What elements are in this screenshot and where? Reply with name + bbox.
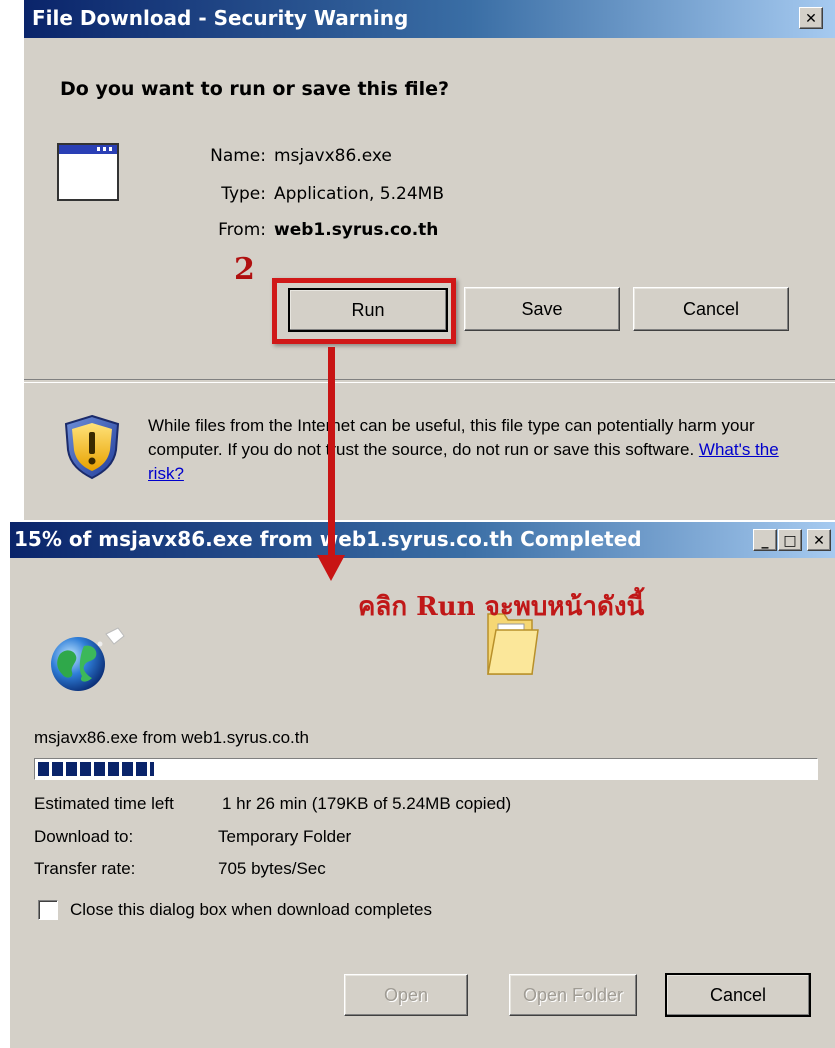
minimize-icon[interactable]: _ [753, 529, 777, 551]
security-shield-icon [62, 414, 122, 484]
globe-icon [48, 626, 128, 700]
question-heading: Do you want to run or save this file? [60, 78, 450, 100]
maximize-icon[interactable]: □ [778, 529, 802, 551]
download-to-value: Temporary Folder [218, 827, 352, 846]
file-source-value: web1.syrus.co.th [274, 220, 439, 240]
file-name-label: Name: [210, 146, 266, 166]
transfer-rate-value: 705 bytes/Sec [218, 859, 326, 878]
download-progress-bar [34, 758, 818, 780]
close-icon[interactable]: ✕ [799, 7, 823, 29]
step-number-annotation: 2 [234, 252, 255, 287]
estimated-time-value: 1 hr 26 min (179KB of 5.24MB copied) [222, 794, 512, 813]
download-source-line: msjavx86.exe from web1.syrus.co.th [34, 728, 309, 747]
warning-text: While files from the Internet can be use… [148, 416, 755, 459]
file-type-label: Type: [221, 184, 266, 204]
estimated-time-label: Estimated time left [34, 794, 174, 813]
arrow-head-icon [317, 555, 345, 581]
cancel-button[interactable]: Cancel [633, 287, 789, 331]
file-type-value: Application, 5.24MB [274, 184, 444, 204]
security-dialog-title: File Download - Security Warning [32, 6, 409, 30]
transfer-rate-label: Transfer rate: [34, 859, 136, 878]
close-icon[interactable]: ✕ [807, 529, 831, 551]
open-folder-button[interactable]: Open Folder [509, 974, 637, 1016]
progress-fill [38, 762, 154, 776]
download-cancel-button[interactable]: Cancel [665, 973, 811, 1017]
security-dialog-titlebar[interactable]: File Download - Security Warning ✕ [24, 0, 835, 38]
run-highlight-box [272, 278, 456, 344]
download-to-label: Download to: [34, 827, 134, 846]
close-when-done-label[interactable]: Close this dialog box when download comp… [70, 900, 432, 920]
security-warning-dialog: File Download - Security Warning ✕ Do yo… [24, 0, 835, 520]
arrow-down-icon [328, 347, 335, 557]
warning-message: While files from the Internet can be use… [148, 414, 818, 486]
separator [24, 379, 835, 383]
download-dialog-titlebar[interactable]: 15% of msjavx86.exe from web1.syrus.co.t… [10, 522, 835, 558]
application-window-icon [57, 143, 119, 201]
close-when-done-checkbox[interactable] [38, 900, 58, 920]
file-name-value: msjavx86.exe [274, 146, 392, 166]
file-source-label: From: [218, 220, 266, 240]
open-button[interactable]: Open [344, 974, 468, 1016]
save-button[interactable]: Save [464, 287, 620, 331]
annotation-caption: คลิก Run จะพบหน้าดังนี้ [358, 592, 645, 622]
